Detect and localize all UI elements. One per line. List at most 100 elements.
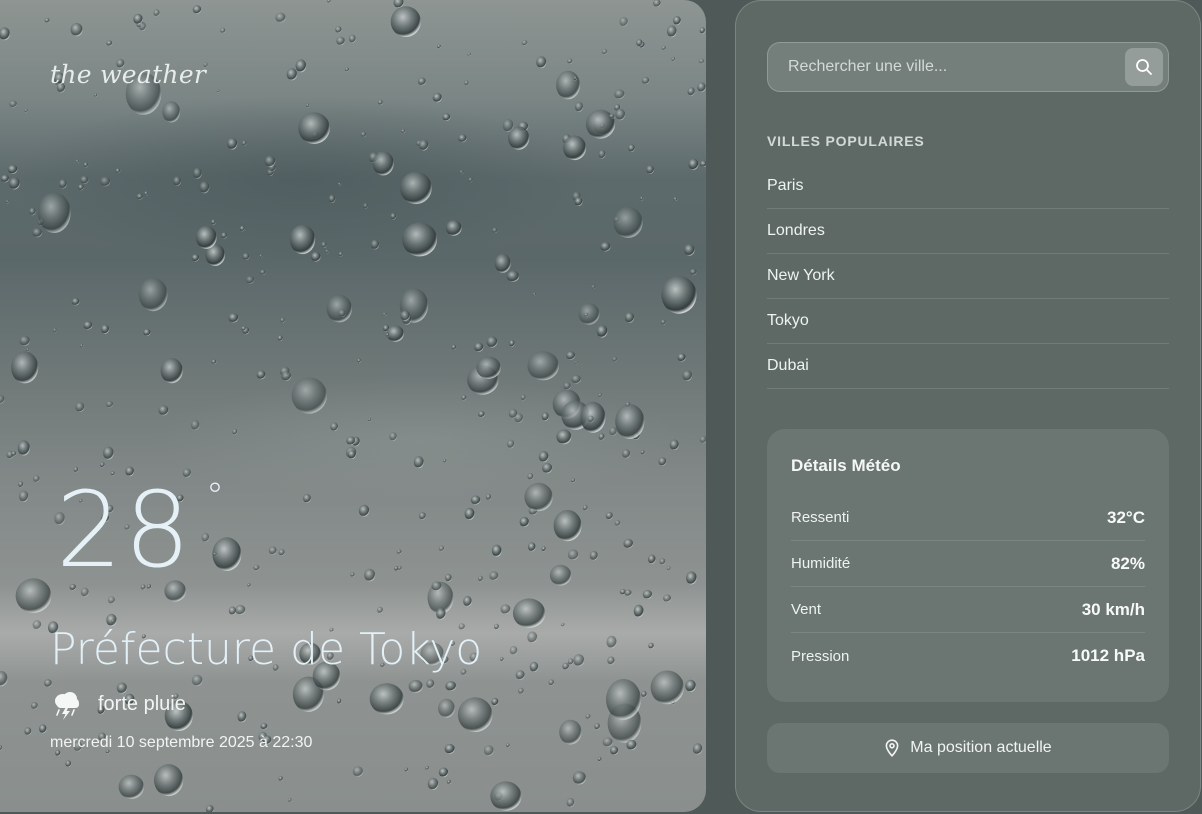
rain-drop bbox=[26, 348, 30, 352]
rain-drop bbox=[173, 176, 182, 186]
rain-drop bbox=[641, 690, 647, 698]
rain-drop bbox=[491, 544, 502, 557]
search-button[interactable] bbox=[1125, 48, 1163, 86]
rain-drop bbox=[669, 439, 679, 451]
rain-drop bbox=[426, 679, 435, 689]
rain-drop bbox=[44, 17, 50, 23]
rain-drop bbox=[457, 697, 493, 733]
rain-drop bbox=[232, 428, 238, 435]
rain-drop bbox=[144, 191, 149, 196]
rain-drop bbox=[404, 767, 408, 772]
rain-drop bbox=[500, 657, 504, 662]
rain-drop bbox=[400, 171, 432, 205]
rain-drop bbox=[661, 276, 697, 314]
rain-drop bbox=[485, 493, 492, 500]
rain-drop bbox=[464, 507, 475, 520]
rain-drop bbox=[677, 353, 686, 362]
rain-drop bbox=[363, 203, 368, 209]
detail-label: Ressenti bbox=[791, 509, 850, 526]
rain-drop bbox=[239, 225, 245, 232]
rain-drop bbox=[277, 335, 283, 341]
rain-drop bbox=[562, 662, 569, 670]
rain-drop bbox=[33, 475, 40, 483]
detail-row-feels-like: Ressenti 32°C bbox=[791, 495, 1145, 541]
details-title: Détails Météo bbox=[791, 456, 901, 475]
city-item-dubai[interactable]: Dubai bbox=[767, 344, 1169, 389]
rain-drop bbox=[228, 606, 237, 615]
rain-drop bbox=[684, 244, 695, 256]
city-item-new-york[interactable]: New York bbox=[767, 254, 1169, 299]
rain-drop bbox=[191, 254, 200, 262]
rain-drop bbox=[199, 181, 210, 194]
rain-drop bbox=[306, 103, 310, 108]
rain-drop bbox=[211, 359, 217, 364]
thunder-rain-cloud-icon bbox=[50, 688, 82, 720]
rain-drop bbox=[598, 149, 606, 159]
rain-drop bbox=[573, 654, 585, 667]
rain-drop bbox=[115, 168, 121, 174]
rain-drop bbox=[19, 335, 31, 346]
rain-drop bbox=[509, 339, 515, 347]
rain-drop bbox=[697, 82, 706, 92]
rain-drop bbox=[295, 59, 307, 73]
rain-drop bbox=[242, 252, 250, 261]
city-item-tokyo[interactable]: Tokyo bbox=[767, 299, 1169, 344]
rain-drop bbox=[268, 546, 277, 555]
city-name: Préfecture de Tokyo bbox=[50, 624, 483, 675]
rain-drop bbox=[364, 568, 376, 582]
city-item-londres[interactable]: Londres bbox=[767, 209, 1169, 254]
rain-drop bbox=[515, 670, 525, 680]
rain-drop bbox=[337, 698, 342, 704]
rain-drop bbox=[39, 724, 47, 734]
rain-drop bbox=[247, 583, 251, 587]
rain-drop bbox=[0, 174, 10, 183]
rain-drop bbox=[237, 711, 247, 723]
rain-drop bbox=[663, 594, 672, 602]
rain-drop bbox=[158, 405, 169, 416]
rain-drop bbox=[111, 619, 115, 624]
rain-drop bbox=[367, 418, 372, 422]
rain-drop bbox=[19, 490, 29, 502]
rain-drop bbox=[5, 199, 9, 204]
rain-drop bbox=[101, 324, 110, 334]
rain-drop bbox=[278, 776, 283, 781]
rain-drop bbox=[369, 683, 404, 715]
rain-drop bbox=[444, 743, 455, 754]
rain-drop bbox=[619, 16, 628, 27]
rain-drop bbox=[358, 504, 370, 517]
rain-drop bbox=[71, 297, 80, 306]
rain-drop bbox=[529, 661, 539, 673]
rain-drop bbox=[521, 39, 528, 46]
rain-drop bbox=[491, 697, 499, 706]
rain-drop bbox=[559, 719, 582, 745]
rain-drop bbox=[699, 160, 706, 167]
rain-drop bbox=[573, 76, 578, 81]
rain-drop bbox=[350, 572, 355, 577]
detail-value: 30 km/h bbox=[1081, 599, 1145, 619]
rain-drop bbox=[445, 573, 452, 582]
rain-drop bbox=[330, 422, 339, 432]
rain-drop bbox=[666, 566, 671, 571]
rain-drop bbox=[572, 771, 587, 785]
rain-drop bbox=[336, 36, 345, 46]
rain-drop bbox=[32, 620, 42, 630]
rain-drop bbox=[347, 450, 356, 459]
degree-symbol: ° bbox=[206, 476, 224, 517]
search-input[interactable] bbox=[768, 43, 1118, 91]
rain-drop bbox=[24, 727, 32, 736]
popular-cities-title: VILLES POPULAIRES bbox=[767, 133, 925, 149]
detail-value: 1012 hPa bbox=[1071, 646, 1145, 665]
condition-text: forte pluie bbox=[98, 692, 186, 715]
rain-drop bbox=[553, 509, 582, 542]
current-location-button[interactable]: Ma position actuelle bbox=[767, 723, 1169, 773]
rain-drop bbox=[541, 546, 546, 552]
rain-drop bbox=[615, 108, 626, 121]
rain-drop bbox=[138, 277, 168, 312]
hero-panel: the weather 28 ° Préfecture de Tokyo for… bbox=[0, 0, 706, 812]
rain-drop bbox=[93, 93, 98, 97]
city-item-paris[interactable]: Paris bbox=[767, 164, 1169, 209]
rain-drop bbox=[83, 321, 93, 330]
rain-drop bbox=[385, 332, 390, 337]
rain-drop bbox=[666, 25, 677, 38]
rain-drop bbox=[494, 623, 499, 630]
